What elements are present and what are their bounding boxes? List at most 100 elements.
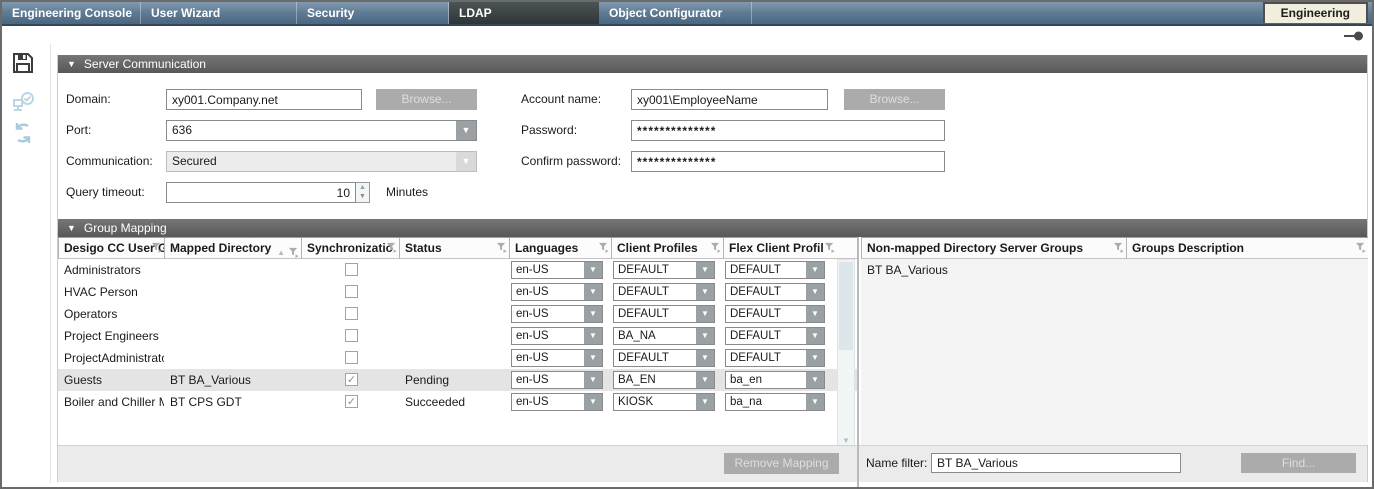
- flex-client-profile-select[interactable]: DEFAULT▼: [725, 261, 825, 279]
- dropdown-arrow-icon[interactable]: ▼: [696, 306, 714, 322]
- dropdown-arrow-icon[interactable]: ▼: [806, 306, 824, 322]
- filter-icon[interactable]: [1355, 242, 1366, 253]
- filter-icon[interactable]: [710, 242, 721, 253]
- dropdown-arrow-icon[interactable]: ▼: [806, 350, 824, 366]
- sync-checkbox[interactable]: [345, 285, 358, 298]
- dropdown-arrow-icon[interactable]: ▼: [584, 328, 602, 344]
- test-connection-icon[interactable]: [12, 90, 34, 112]
- flex-client-profile-select[interactable]: DEFAULT▼: [725, 305, 825, 323]
- flex-client-profile-select[interactable]: DEFAULT▼: [725, 349, 825, 367]
- client-profile-select[interactable]: KIOSK▼: [613, 393, 715, 411]
- dropdown-arrow-icon[interactable]: ▼: [584, 284, 602, 300]
- dropdown-arrow-icon[interactable]: ▼: [584, 394, 602, 410]
- client-profile-select[interactable]: DEFAULT▼: [613, 305, 715, 323]
- flex-client-profile-select[interactable]: DEFAULT▼: [725, 283, 825, 301]
- client-profile-select[interactable]: DEFAULT▼: [613, 349, 715, 367]
- account-name-input[interactable]: [631, 89, 828, 110]
- dropdown-arrow-icon[interactable]: ▼: [456, 121, 476, 140]
- confirm-password-input[interactable]: [631, 151, 945, 172]
- language-select[interactable]: en-US▼: [511, 261, 603, 279]
- filter-icon[interactable]: [496, 242, 507, 253]
- language-select[interactable]: en-US▼: [511, 349, 603, 367]
- tab-ldap[interactable]: LDAP: [449, 2, 599, 24]
- find-button[interactable]: Find...: [1241, 453, 1356, 473]
- domain-input[interactable]: [166, 89, 362, 110]
- filter-icon[interactable]: [1113, 242, 1124, 253]
- save-icon[interactable]: [12, 52, 34, 74]
- client-profile-select[interactable]: DEFAULT▼: [613, 283, 715, 301]
- dropdown-arrow-icon[interactable]: ▼: [806, 284, 824, 300]
- sync-checkbox[interactable]: ✓: [345, 373, 358, 386]
- table-row[interactable]: Administratorsen-US▼DEFAULT▼DEFAULT▼: [58, 259, 858, 281]
- dropdown-arrow-icon[interactable]: ▼: [806, 328, 824, 344]
- tab-object-configurator[interactable]: Object Configurator: [599, 2, 752, 24]
- flex-client-profile-select[interactable]: DEFAULT▼: [725, 327, 825, 345]
- flex-client-profile-select[interactable]: ba_en▼: [725, 371, 825, 389]
- query-timeout-input[interactable]: [166, 182, 356, 203]
- vertical-scrollbar[interactable]: ▼: [837, 259, 855, 446]
- client-profile-select[interactable]: BA_EN▼: [613, 371, 715, 389]
- column-header[interactable]: Non-mapped Directory Server Groups: [861, 238, 1126, 259]
- domain-browse-button[interactable]: Browse...: [376, 89, 477, 110]
- table-row[interactable]: GuestsBT BA_Various✓Pendingen-US▼BA_EN▼b…: [58, 369, 858, 391]
- language-select[interactable]: en-US▼: [511, 371, 603, 389]
- sync-checkbox[interactable]: [345, 307, 358, 320]
- dropdown-arrow-icon[interactable]: ▼: [696, 394, 714, 410]
- scrollbar-thumb[interactable]: [839, 262, 853, 350]
- language-select[interactable]: en-US▼: [511, 305, 603, 323]
- dropdown-arrow-icon[interactable]: ▼: [584, 350, 602, 366]
- tab-engineering-mode[interactable]: Engineering: [1263, 2, 1368, 23]
- server-communication-header[interactable]: ▼Server Communication: [58, 55, 1367, 73]
- remove-mapping-button[interactable]: Remove Mapping: [724, 453, 839, 474]
- column-header[interactable]: Status: [399, 238, 509, 259]
- dropdown-arrow-icon[interactable]: ▼: [584, 372, 602, 388]
- grid-splitter[interactable]: [857, 237, 859, 489]
- filter-icon[interactable]: [386, 242, 397, 253]
- filter-icon[interactable]: [151, 242, 162, 253]
- language-select[interactable]: en-US▼: [511, 283, 603, 301]
- sync-checkbox[interactable]: [345, 329, 358, 342]
- table-row[interactable]: BT BA_Various: [861, 259, 1368, 281]
- tab-engineering-console[interactable]: Engineering Console: [2, 2, 141, 24]
- dropdown-arrow-icon[interactable]: ▼: [806, 262, 824, 278]
- dropdown-arrow-icon[interactable]: ▼: [806, 372, 824, 388]
- table-row[interactable]: ProjectAdministratorsen-US▼DEFAULT▼DEFAU…: [58, 347, 858, 369]
- dropdown-arrow-icon[interactable]: ▼: [696, 350, 714, 366]
- language-select[interactable]: en-US▼: [511, 327, 603, 345]
- dropdown-arrow-icon[interactable]: ▼: [696, 262, 714, 278]
- account-browse-button[interactable]: Browse...: [844, 89, 945, 110]
- scrollbar-down-arrow[interactable]: ▼: [838, 436, 854, 445]
- language-select[interactable]: en-US▼: [511, 393, 603, 411]
- column-header[interactable]: Client Profiles: [611, 238, 723, 259]
- password-input[interactable]: [631, 120, 945, 141]
- table-row[interactable]: Boiler and Chiller MngBT CPS GDT✓Succeed…: [58, 391, 858, 413]
- column-header[interactable]: Languages: [509, 238, 611, 259]
- client-profile-select[interactable]: DEFAULT▼: [613, 261, 715, 279]
- table-row[interactable]: Operatorsen-US▼DEFAULT▼DEFAULT▼: [58, 303, 858, 325]
- tab-security[interactable]: Security: [297, 2, 449, 24]
- table-row[interactable]: Project Engineersen-US▼BA_NA▼DEFAULT▼: [58, 325, 858, 347]
- table-row[interactable]: HVAC Personen-US▼DEFAULT▼DEFAULT▼: [58, 281, 858, 303]
- query-timeout-stepper[interactable]: ▲▼: [356, 182, 370, 203]
- dropdown-arrow-icon[interactable]: ▼: [696, 372, 714, 388]
- column-header[interactable]: Desigo CC User G: [58, 238, 164, 259]
- column-header[interactable]: Groups Description: [1126, 238, 1368, 259]
- sync-checkbox[interactable]: [345, 263, 358, 276]
- pin-icon[interactable]: [1344, 30, 1364, 44]
- dropdown-arrow-icon[interactable]: ▼: [696, 284, 714, 300]
- port-select[interactable]: 636 ▼: [166, 120, 477, 141]
- group-mapping-header[interactable]: ▼Group Mapping: [58, 219, 1367, 237]
- column-header[interactable]: Synchronizatio: [301, 238, 399, 259]
- dropdown-arrow-icon[interactable]: ▼: [696, 328, 714, 344]
- sync-checkbox[interactable]: [345, 351, 358, 364]
- sync-checkbox[interactable]: ✓: [345, 395, 358, 408]
- filter-icon[interactable]: [824, 242, 835, 253]
- dropdown-arrow-icon[interactable]: ▼: [584, 262, 602, 278]
- refresh-icon[interactable]: [12, 122, 34, 144]
- name-filter-input[interactable]: [931, 453, 1181, 473]
- dropdown-arrow-icon[interactable]: ▼: [806, 394, 824, 410]
- client-profile-select[interactable]: BA_NA▼: [613, 327, 715, 345]
- column-header[interactable]: Mapped Directory▲: [164, 238, 301, 259]
- filter-icon[interactable]: [598, 242, 609, 253]
- dropdown-arrow-icon[interactable]: ▼: [584, 306, 602, 322]
